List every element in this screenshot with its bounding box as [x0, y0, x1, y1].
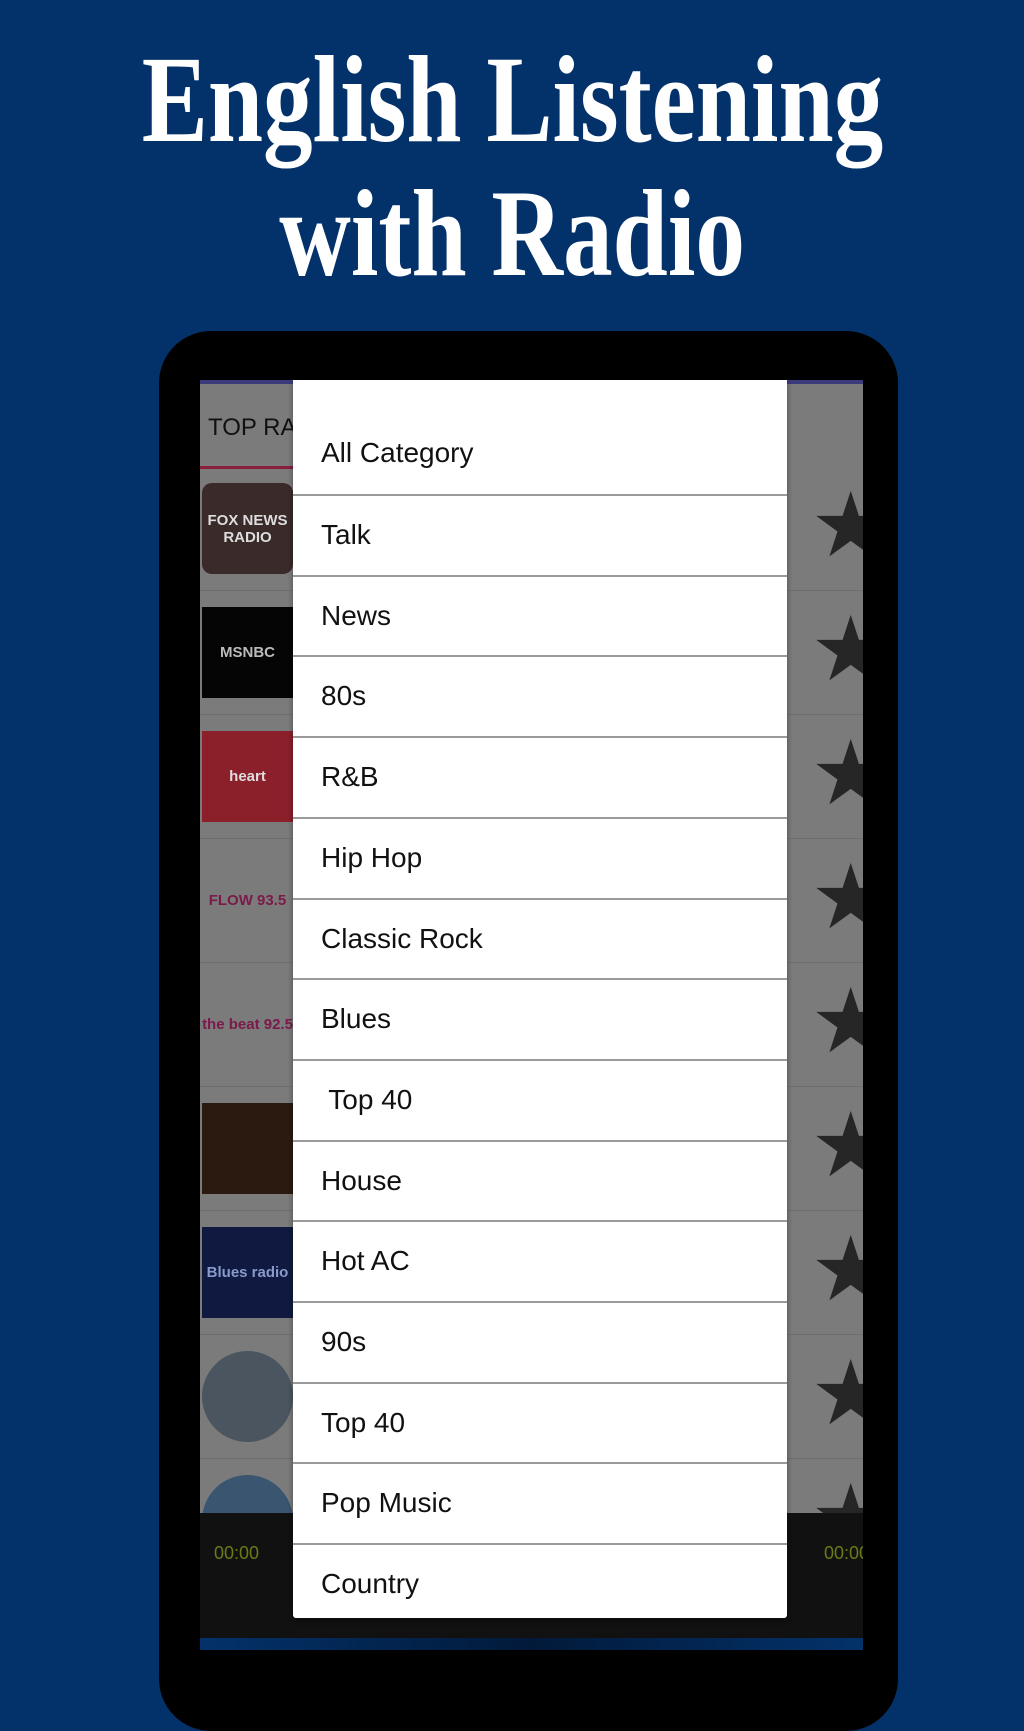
category-option-label: News	[321, 599, 392, 631]
headline-line-1: English Listening	[141, 31, 883, 168]
category-option-label: All Category	[321, 437, 474, 468]
station-logo: the beat 92.5	[202, 979, 293, 1070]
category-option[interactable]: 90s	[293, 1301, 787, 1381]
duration-time: 00:00	[823, 1543, 863, 1563]
star-icon[interactable]: ★	[810, 853, 863, 943]
station-logo: Blues radio	[202, 1227, 293, 1318]
star-icon[interactable]: ★	[810, 729, 863, 819]
category-dialog: All Category Talk News 80s R&B Hip Hop Classic…	[293, 380, 787, 1618]
station-logo: MSNBC	[202, 607, 293, 698]
category-option[interactable]: 80s	[293, 655, 787, 735]
station-logo: heart	[202, 731, 293, 822]
category-option-label: Country	[321, 1568, 420, 1600]
category-option-label: Classic Rock	[321, 922, 483, 954]
category-option-label: Talk	[321, 519, 371, 550]
station-logo: FOX NEWS RADIO	[202, 483, 293, 574]
station-logo: FLOW 93.5	[202, 855, 293, 946]
star-icon[interactable]: ★	[810, 977, 863, 1067]
tab-top-radio[interactable]: TOP RA	[208, 414, 296, 442]
category-option[interactable]: Top 40	[293, 1381, 787, 1462]
category-option[interactable]: Country	[293, 1543, 787, 1623]
category-option[interactable]: R&B	[293, 736, 787, 816]
star-icon[interactable]: ★	[810, 1349, 863, 1439]
category-option-label: Hot AC	[321, 1245, 410, 1277]
category-option[interactable]: Hot AC	[293, 1220, 787, 1300]
category-option[interactable]: House	[293, 1139, 787, 1220]
headline-line-2: with Radio	[279, 165, 745, 302]
category-option-label: Top 40	[321, 1083, 413, 1115]
category-option-label: 80s	[321, 680, 367, 712]
star-icon[interactable]: ★	[810, 605, 863, 695]
station-logo	[202, 1351, 293, 1442]
star-icon[interactable]: ★	[810, 481, 863, 571]
category-option[interactable]: Pop Music	[293, 1462, 787, 1542]
category-option-label: Blues	[321, 1003, 392, 1035]
category-option-label: Pop Music	[321, 1487, 452, 1519]
station-logo	[202, 1103, 293, 1194]
category-option[interactable]: Top 40	[293, 1058, 787, 1139]
category-option-label: Top 40	[321, 1406, 406, 1438]
category-option[interactable]: All Category	[293, 414, 787, 494]
category-option[interactable]: Blues	[293, 978, 787, 1058]
star-icon[interactable]: ★	[810, 1101, 863, 1191]
category-option-label: House	[321, 1164, 402, 1196]
category-option[interactable]: Classic Rock	[293, 897, 787, 978]
category-option-label: Hip Hop	[321, 841, 423, 873]
category-option[interactable]: Hip Hop	[293, 816, 787, 897]
star-icon[interactable]: ★	[810, 1225, 863, 1315]
category-option-label: 90s	[321, 1326, 367, 1357]
elapsed-time: 00:00	[214, 1543, 260, 1563]
nav-strip	[200, 1638, 863, 1650]
category-option[interactable]: Talk	[293, 494, 787, 574]
category-option[interactable]: News	[293, 574, 787, 655]
category-option-label: R&B	[321, 761, 379, 793]
